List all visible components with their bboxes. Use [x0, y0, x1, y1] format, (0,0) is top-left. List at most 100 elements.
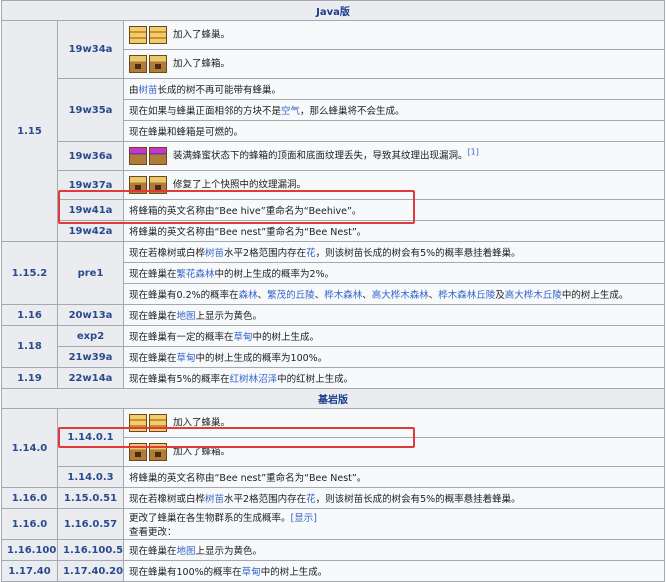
change-text: ，那么蜂巢将不会生成。: [300, 106, 405, 117]
change-text: 长成的树不再可能带有蜂巢。: [157, 85, 282, 96]
major-version: 1.18: [1, 325, 58, 368]
wiki-link[interactable]: 繁茂的丘陵: [267, 290, 315, 301]
change-text: 、: [314, 290, 325, 301]
history-row: 1.16.100 1.16.100.54 现在蜂巢在地图上显示为黄色。: [1, 539, 665, 561]
change-text: 现在蜂巢在: [129, 311, 177, 322]
wiki-link[interactable]: 高大桦木森林: [372, 290, 429, 301]
minor-version: 19w35a: [57, 78, 124, 142]
change-text: 上显示为黄色。: [195, 311, 263, 322]
block-icons: [129, 147, 167, 165]
change-description: 加入了蜂巢。: [123, 20, 665, 50]
wiki-link[interactable]: 树苗: [205, 248, 224, 259]
wiki-link[interactable]: 高大桦木丘陵: [505, 290, 562, 301]
wiki-link[interactable]: 空气: [281, 106, 300, 117]
change-text: 将蜂巢的英文名称由“Bee nest”重命名为“Bee Nest”。: [129, 227, 367, 238]
history-row: 1.15.2 pre1 现在若橡树或白桦树苗水平2格范围内存在花，则该树苗长成的树会…: [1, 241, 665, 305]
bee-hive-block-icon: [129, 414, 147, 432]
bee-hive-block-icon: [149, 26, 167, 44]
history-row: 1.16 20w13a 现在蜂巢在地图上显示为黄色。: [1, 304, 665, 326]
wiki-link[interactable]: 地图: [177, 311, 196, 322]
change-description: 由树苗长成的树不再可能带有蜂巢。: [123, 78, 665, 100]
bee-nest-block-icon: [149, 443, 167, 461]
history-table: Java版 1.15 19w34a 加入了蜂巢。 加入了蜂箱。 19w35a 由树苗长成的树…: [1, 0, 665, 582]
change-description: 现在蜂巢在繁花森林中的树上生成的概率为2%。: [123, 262, 665, 284]
wiki-link[interactable]: 树苗: [139, 85, 158, 96]
wiki-link[interactable]: 花: [306, 248, 316, 259]
change-text: 更改了蜂巢在各生物群系的生成概率。: [129, 513, 291, 524]
change-text: 中的树上生成。: [260, 567, 328, 578]
change-description: 现在蜂巢和蜂箱是可燃的。: [123, 120, 665, 142]
major-version: 1.14.0: [1, 408, 58, 488]
history-row: 1.16.0 1.16.0.57 更改了蜂巢在各生物群系的生成概率。[显示] 查看更改…: [1, 508, 665, 540]
change-description: 现在蜂巢在地图上显示为黄色。: [123, 304, 665, 326]
history-row: 1.19 22w14a 现在蜂巢有5%的概率在红树林沼泽中的红树上生成。: [1, 367, 665, 389]
history-row: 19w42a 将蜂巢的英文名称由“Bee nest”重命名为“Bee Nest”。: [2, 220, 665, 242]
change-text: 现在若橡树或白桦: [129, 248, 206, 259]
wiki-link[interactable]: 草甸: [177, 353, 196, 364]
change-description: 现在若橡树或白桦树苗水平2格范围内存在花，则该树苗长成的树会有5%的概率悬挂着蜂…: [123, 241, 665, 263]
change-text: 中的树上生成的概率为100%。: [195, 353, 328, 364]
wiki-link[interactable]: 森林: [239, 290, 258, 301]
change-text: 现在蜂巢有一定的概率在: [129, 332, 234, 343]
change-text: 、: [428, 290, 439, 301]
wiki-link[interactable]: 地图: [177, 546, 196, 557]
history-row: 19w35a 由树苗长成的树不再可能带有蜂巢。: [2, 78, 665, 142]
wiki-link[interactable]: 花: [306, 494, 316, 505]
change-text: 现在蜂巢有5%的概率在: [129, 374, 230, 385]
history-row: 19w36a 装满蜂蜜状态下的蜂箱的顶面和底面纹理丢失，导致其纹理出现漏洞。[1]: [2, 141, 665, 171]
wiki-link[interactable]: 繁花森林: [177, 269, 215, 280]
change-text: 由: [129, 85, 139, 96]
change-text: 现在蜂巢在: [129, 546, 177, 557]
wiki-link[interactable]: 红树林沼泽: [230, 374, 278, 385]
change-text: 将蜂箱的英文名称由“Bee hive”重命名为“Beehive”。: [129, 206, 362, 217]
wiki-link[interactable]: 桦木森林丘陵: [438, 290, 495, 301]
history-row: 1.14.0.3 将蜂巢的英文名称由“Bee nest”重命名为“Bee Nest…: [2, 466, 665, 488]
edition-header-bedrock: 基岩版: [1, 388, 665, 409]
change-text: 中的树上生成。: [561, 290, 629, 301]
major-version: 1.16.0: [1, 487, 58, 509]
reference-link[interactable]: [1]: [468, 148, 479, 157]
change-description: 加入了蜂箱。: [123, 437, 665, 467]
change-text: 现在如果与蜂巢正面相邻的方块不是: [129, 106, 282, 117]
block-icons: [129, 26, 167, 44]
change-text: 及: [495, 290, 505, 301]
change-text: 、: [362, 290, 372, 301]
change-text: 现在蜂巢有100%的概率在: [129, 567, 242, 578]
change-text: 加入了蜂箱。: [173, 446, 231, 458]
minor-version: 1.14.0.3: [57, 466, 124, 488]
wiki-link[interactable]: 桦木森林: [324, 290, 362, 301]
wiki-link[interactable]: 草甸: [234, 332, 253, 343]
change-description: 将蜂箱的英文名称由“Bee hive”重命名为“Beehive”。: [123, 199, 665, 221]
bee-hive-block-icon: [149, 414, 167, 432]
change-description: 加入了蜂箱。: [123, 49, 665, 79]
change-text: 、: [257, 290, 268, 301]
change-text: 将蜂巢的英文名称由“Bee nest”重命名为“Bee Nest”。: [129, 473, 367, 484]
change-text: 现在蜂巢和蜂箱是可燃的。: [129, 127, 244, 138]
bee-nest-block-icon: [129, 55, 147, 73]
full-bee-nest-block-icon: [129, 147, 147, 165]
major-version: 1.19: [1, 367, 58, 389]
wiki-link[interactable]: 草甸: [242, 567, 261, 578]
change-text: 现在若橡树或白桦: [129, 494, 206, 505]
bee-hive-block-icon: [129, 26, 147, 44]
minor-version: 19w41a: [57, 199, 124, 221]
major-version: 1.16.100: [1, 539, 58, 561]
major-version: 1.16: [1, 304, 58, 326]
wiki-link[interactable]: [显示]: [291, 513, 317, 524]
minor-version: 1.15.0.51: [57, 487, 124, 509]
change-text: 中的树上生成的概率为2%。: [214, 269, 335, 280]
history-row: 19w37a 修复了上个快照中的纹理漏洞。: [2, 170, 665, 200]
history-row: 1.18 exp2 现在蜂巢有一定的概率在草甸中的树上生成。: [1, 325, 665, 368]
change-description: 现在蜂巢有100%的概率在草甸中的树上生成。: [123, 560, 665, 582]
bee-nest-block-icon: [149, 176, 167, 194]
bee-nest-block-icon: [129, 176, 147, 194]
change-description: 加入了蜂巢。: [123, 408, 665, 438]
minor-version: 19w42a: [57, 220, 124, 242]
change-description: 现在蜂巢有0.2%的概率在森林、繁茂的丘陵、桦木森林、高大桦木森林、桦木森林丘陵…: [123, 283, 665, 305]
wiki-link[interactable]: 树苗: [205, 494, 224, 505]
minor-version: 1.14.0.1: [57, 408, 124, 467]
history-row: 1.16.0 1.15.0.51 现在若橡树或白桦树苗水平2格范围内存在花，则该树苗…: [1, 487, 665, 509]
major-version: 1.17.40: [1, 560, 58, 582]
history-row: 21w39a 现在蜂巢在草甸中的树上生成的概率为100%。: [2, 346, 665, 368]
block-icons: [129, 176, 167, 194]
